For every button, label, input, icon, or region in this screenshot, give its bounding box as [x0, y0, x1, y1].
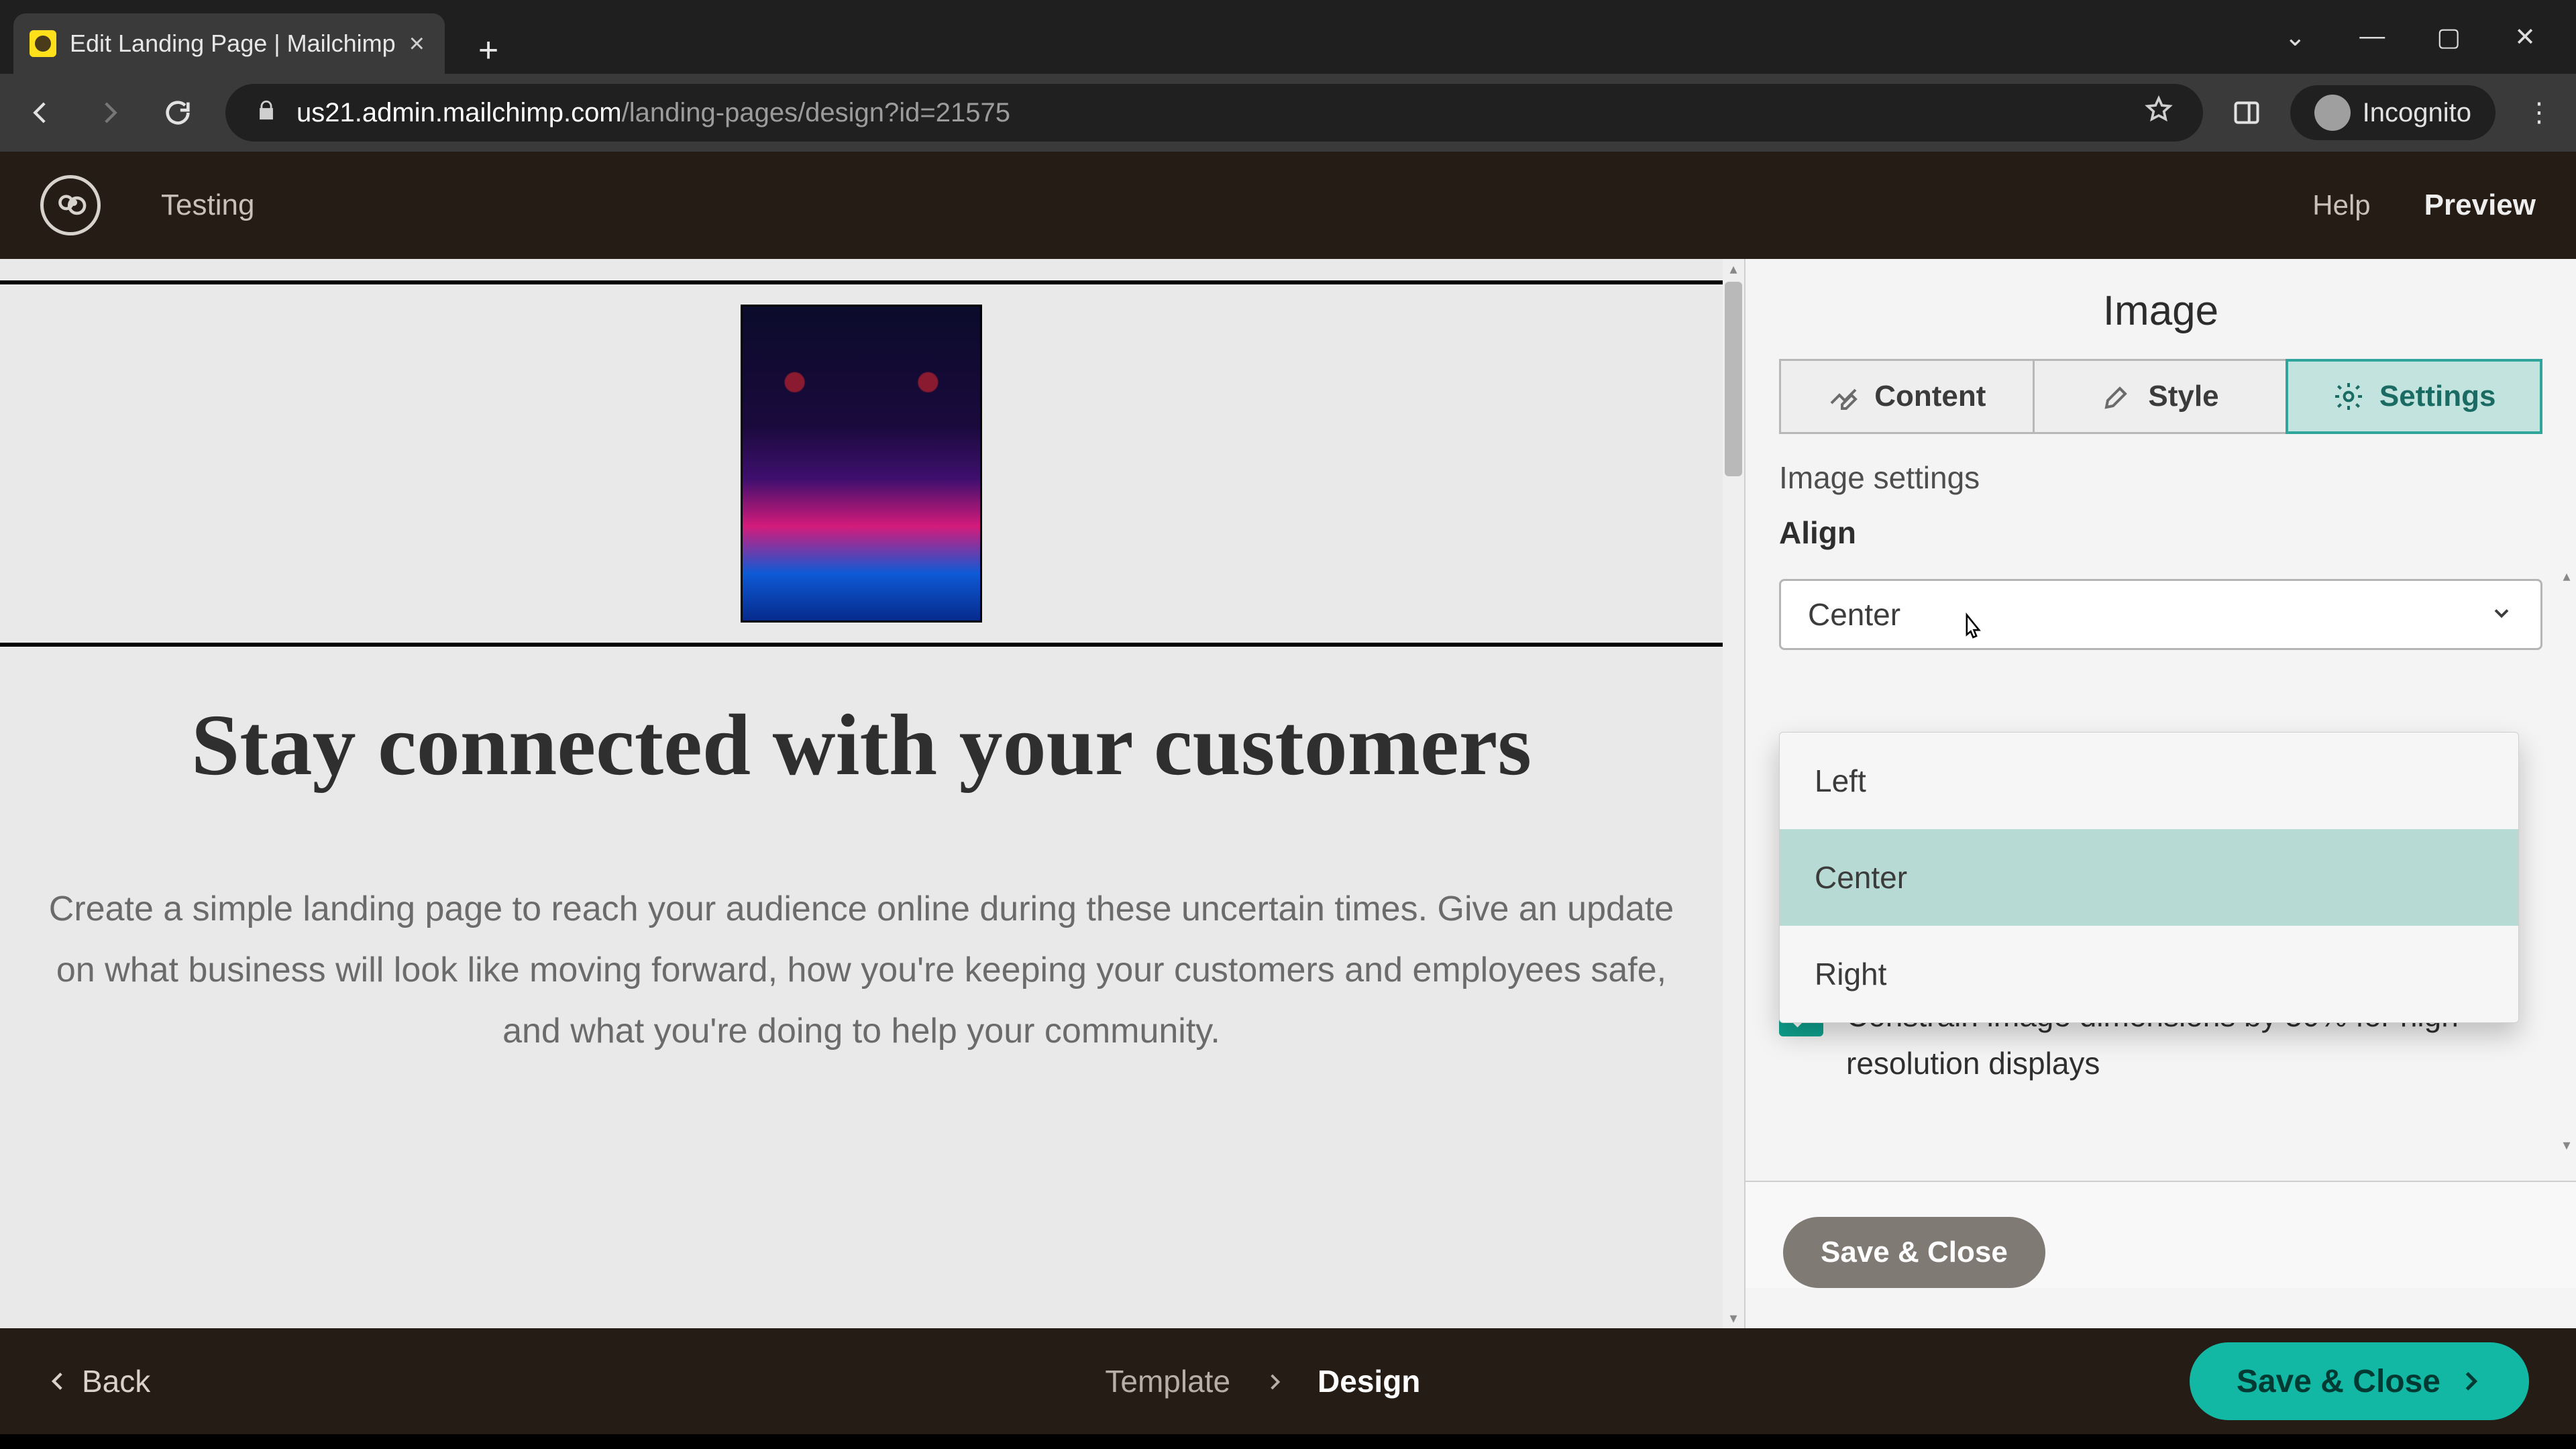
address-bar[interactable]: us21.admin.mailchimp.com/landing-pages/d…: [225, 84, 2203, 142]
tab-settings-label: Settings: [2379, 380, 2496, 413]
chevron-right-icon: [1264, 1363, 1284, 1399]
browser-titlebar: Edit Landing Page | Mailchimp × + ⌄ — ▢ …: [0, 0, 2576, 74]
new-tab-button[interactable]: +: [465, 27, 512, 74]
panel-tabs: Content Style Settings: [1746, 359, 2576, 434]
align-select-value: Center: [1808, 596, 1900, 633]
tab-style-label: Style: [2148, 380, 2218, 413]
align-option-right[interactable]: Right: [1780, 926, 2518, 1022]
body-text[interactable]: Create a simple landing page to reach yo…: [0, 832, 1723, 1089]
url-text: us21.admin.mailchimp.com/landing-pages/d…: [297, 98, 2125, 128]
editor-canvas: Stay connected with your customers Creat…: [0, 259, 1744, 1328]
browser-tab[interactable]: Edit Landing Page | Mailchimp ×: [13, 13, 445, 74]
step-design[interactable]: Design: [1318, 1363, 1420, 1399]
reload-button[interactable]: [157, 92, 199, 133]
align-option-center[interactable]: Center: [1780, 829, 2518, 926]
help-link[interactable]: Help: [2312, 189, 2370, 221]
panel-save-close-label: Save & Close: [1821, 1236, 2008, 1269]
app-header: Testing Help Preview: [0, 152, 2576, 259]
panel-save-close-button[interactable]: Save & Close: [1783, 1217, 2045, 1288]
panel-scrollbar[interactable]: ▴ ▾: [2557, 568, 2576, 1154]
incognito-label: Incognito: [2363, 98, 2471, 128]
incognito-icon: [2314, 95, 2351, 131]
mailchimp-favicon: [30, 30, 56, 57]
align-dropdown: Left Center Right: [1779, 732, 2519, 1023]
chevron-down-icon: [2489, 596, 2514, 633]
browser-menu-icon[interactable]: ⋮: [2522, 96, 2556, 129]
footer-save-close-button[interactable]: Save & Close: [2190, 1342, 2529, 1420]
cursor-pointer-icon: [1958, 612, 1988, 642]
scroll-thumb[interactable]: [1725, 282, 1742, 476]
step-template[interactable]: Template: [1105, 1363, 1230, 1399]
minimize-icon[interactable]: —: [2359, 22, 2383, 52]
scroll-down-icon[interactable]: ▾: [1729, 1308, 1737, 1328]
mailchimp-logo[interactable]: [40, 175, 101, 235]
os-taskbar: [0, 1434, 2576, 1449]
bookmark-icon[interactable]: [2144, 95, 2174, 131]
side-panel-icon[interactable]: [2230, 96, 2263, 129]
forward-button[interactable]: [89, 92, 130, 133]
step-breadcrumb: Template Design: [1105, 1363, 1420, 1399]
properties-panel: Image Content Style Settings Image setti…: [1744, 259, 2576, 1328]
canvas-scrollbar[interactable]: ▴ ▾: [1723, 259, 1744, 1328]
footer-back-label: Back: [82, 1363, 150, 1399]
close-window-icon[interactable]: ✕: [2514, 22, 2536, 52]
editor-footer: Back Template Design Save & Close: [0, 1328, 2576, 1434]
panel-scroll-up-icon[interactable]: ▴: [2563, 568, 2570, 585]
incognito-indicator[interactable]: Incognito: [2290, 85, 2496, 140]
footer-save-close-label: Save & Close: [2237, 1363, 2440, 1400]
back-button[interactable]: [20, 92, 62, 133]
lock-icon: [255, 98, 278, 128]
scroll-up-icon[interactable]: ▴: [1729, 259, 1737, 279]
align-select[interactable]: Center: [1779, 579, 2542, 650]
tab-settings[interactable]: Settings: [2286, 359, 2542, 434]
window-controls: ⌄ — ▢ ✕: [2284, 22, 2576, 52]
section-heading: Image settings: [1746, 434, 2576, 515]
close-tab-icon[interactable]: ×: [409, 29, 425, 59]
image-thumbnail[interactable]: [741, 305, 982, 623]
tab-content-label: Content: [1874, 380, 1986, 413]
tab-style[interactable]: Style: [2035, 359, 2286, 434]
align-option-left[interactable]: Left: [1780, 733, 2518, 829]
project-name[interactable]: Testing: [161, 189, 254, 222]
align-label: Align: [1779, 515, 2542, 551]
tab-content[interactable]: Content: [1779, 359, 2035, 434]
footer-back-button[interactable]: Back: [47, 1363, 150, 1399]
panel-title: Image: [1746, 259, 2576, 359]
image-block[interactable]: [0, 284, 1723, 643]
preview-link[interactable]: Preview: [2424, 189, 2536, 222]
headline-text[interactable]: Stay connected with your customers: [0, 647, 1723, 832]
browser-toolbar: us21.admin.mailchimp.com/landing-pages/d…: [0, 74, 2576, 152]
panel-scroll-down-icon[interactable]: ▾: [2563, 1136, 2570, 1154]
maximize-icon[interactable]: ▢: [2436, 22, 2461, 52]
tab-search-icon[interactable]: ⌄: [2284, 22, 2306, 52]
tab-title: Edit Landing Page | Mailchimp: [70, 30, 396, 58]
